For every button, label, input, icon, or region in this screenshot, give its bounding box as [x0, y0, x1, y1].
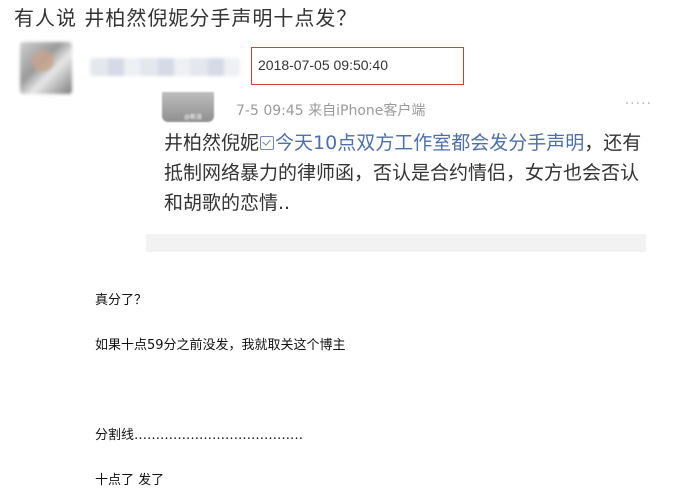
quoted-weibo-card[interactable]: @新浪 7-5 09:45 来自iPhone客户端 ····· 井柏然倪妮 今天1…	[146, 92, 652, 254]
more-icon[interactable]: ·····	[625, 96, 652, 112]
quoted-meta: 7-5 09:45 来自iPhone客户端	[236, 103, 426, 119]
divider-text: 分割线…………………………………	[95, 428, 304, 443]
quoted-text: 井柏然倪妮 今天10点双方工作室都会发分手声明，还有抵制网络暴力的律师函，否认是合…	[164, 128, 650, 218]
quoted-author[interactable]: 井柏然倪妮	[164, 132, 259, 154]
timestamp-highlight-box: 2018-07-05 09:50:40	[251, 47, 464, 85]
comment-line: 十点了 发了	[95, 473, 165, 488]
quoted-link-text[interactable]: 今天10点双方工作室都会发分手声明	[275, 132, 584, 154]
avatar-watermark: @新浪	[184, 114, 203, 121]
verified-badge-icon	[260, 136, 275, 150]
post-title: 有人说 井柏然倪妮分手声明十点发？	[14, 6, 358, 30]
quoted-card-footer	[146, 234, 646, 252]
avatar[interactable]	[20, 42, 72, 94]
username-blurred[interactable]	[90, 58, 240, 76]
comment-line: 真分了？	[95, 293, 148, 308]
post-timestamp: 2018-07-05 09:50:40	[258, 57, 388, 73]
comment-line: 如果十点59分之前没发，我就取关这个博主	[95, 338, 346, 353]
quoted-avatar[interactable]: @新浪	[162, 92, 214, 122]
